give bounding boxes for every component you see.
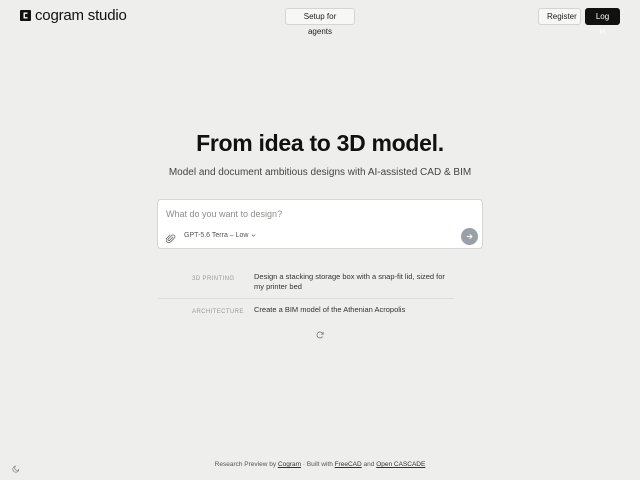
paperclip-icon[interactable] [165, 231, 176, 243]
send-button[interactable] [461, 228, 478, 245]
example-text: Create a BIM model of the Athenian Acrop… [254, 305, 406, 314]
register-button[interactable]: Register [538, 8, 581, 25]
cogram-link[interactable]: Cogram [278, 461, 301, 468]
refresh-icon[interactable] [315, 327, 325, 339]
model-label: GPT-5.6 Terra – Low [184, 232, 249, 239]
setup-for-agents-button[interactable]: Setup for agents [285, 8, 355, 36]
example-text: Design a stacking storage box with a sna… [254, 272, 445, 291]
footer-prefix: Research Preview by [214, 461, 277, 468]
design-prompt-input[interactable] [166, 207, 466, 221]
example-prompts: 3D PRINTING Design a stacking storage bo… [158, 266, 454, 321]
model-select[interactable]: GPT-5.6 Terra – Low [184, 232, 256, 239]
opencascade-link[interactable]: Open CASCADE [376, 461, 425, 468]
hero-subtitle: Model and document ambitious designs wit… [168, 167, 472, 178]
arrow-right-icon [466, 234, 473, 239]
logo[interactable]: cogram studio [20, 7, 127, 24]
example-row[interactable]: ARCHITECTURE Create a BIM model of the A… [158, 299, 454, 321]
prompt-box: GPT-5.6 Terra – Low [157, 199, 483, 249]
login-button[interactable]: Log in [585, 8, 620, 36]
footer-built: · Built with [302, 461, 333, 468]
freecad-link[interactable]: FreeCAD [335, 461, 362, 468]
example-row[interactable]: 3D PRINTING Design a stacking storage bo… [158, 266, 454, 299]
cogram-logo-icon [20, 10, 31, 21]
hero-title: From idea to 3D model. [196, 130, 444, 156]
example-category: 3D PRINTING [192, 276, 235, 282]
footer-and: and [363, 461, 375, 468]
chevron-down-icon [252, 234, 256, 237]
example-category: ARCHITECTURE [192, 309, 244, 315]
logo-text: cogram studio [35, 7, 127, 24]
footer: Research Preview by Cogram · Built with … [0, 461, 640, 468]
